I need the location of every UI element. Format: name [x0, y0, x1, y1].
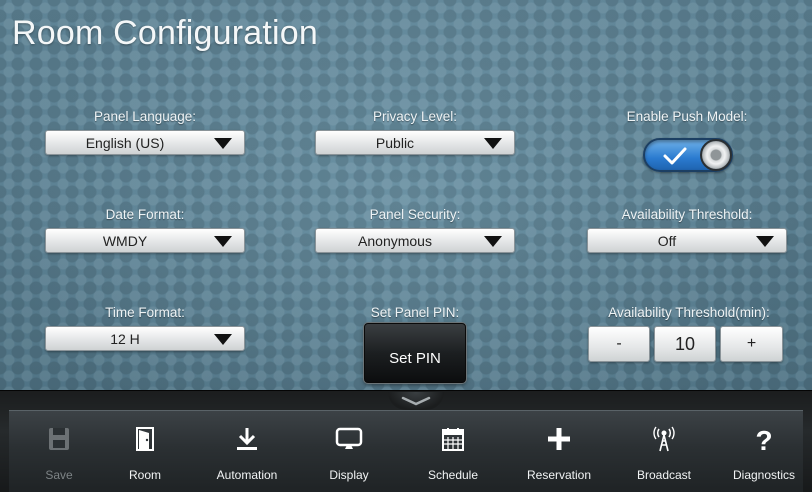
dropdown-arrow-icon: [214, 334, 232, 345]
tab-diagnostics[interactable]: ? Diagnostics: [714, 411, 812, 492]
availability-threshold-dropdown[interactable]: Off: [587, 228, 787, 253]
date-format-value: WMDY: [102, 233, 148, 249]
download-icon: [237, 428, 257, 450]
toggle-knob: [700, 139, 732, 171]
svg-text:?: ?: [755, 425, 772, 453]
threshold-increment-button[interactable]: +: [720, 326, 783, 362]
enable-push-model-toggle[interactable]: [643, 138, 733, 172]
panel-language-value: English (US): [85, 135, 165, 151]
room-configuration-screen: Room Configuration Panel Language: Engli…: [0, 0, 812, 492]
save-icon: [49, 428, 69, 450]
date-format-label: Date Format:: [105, 207, 185, 222]
threshold-value-field[interactable]: 10: [654, 326, 716, 362]
tab-label: Display: [329, 468, 369, 482]
time-format-label: Time Format:: [105, 305, 185, 320]
availability-threshold-label: Availability Threshold:: [621, 207, 753, 222]
tab-schedule[interactable]: Schedule: [403, 411, 503, 492]
plus-icon: [548, 428, 570, 450]
dropdown-arrow-icon: [484, 236, 502, 247]
availability-threshold-min-label: Availability Threshold(min):: [608, 305, 770, 320]
dropdown-arrow-icon: [484, 138, 502, 149]
availability-threshold-value: Off: [657, 233, 677, 249]
tab-display[interactable]: Display: [299, 411, 399, 492]
tab-broadcast[interactable]: Broadcast: [614, 411, 714, 492]
privacy-level-value: Public: [375, 135, 415, 151]
tab-label: Schedule: [427, 468, 479, 482]
tab-strip: Save Room Automation Display Schedule Re…: [9, 410, 803, 492]
date-format-dropdown[interactable]: WMDY: [45, 228, 245, 253]
dropdown-arrow-icon: [214, 138, 232, 149]
antenna-icon: [653, 426, 675, 452]
chevron-down-icon: [401, 396, 431, 406]
door-icon: [136, 427, 154, 451]
panel-language-dropdown[interactable]: English (US): [45, 130, 245, 155]
privacy-level-label: Privacy Level:: [372, 109, 458, 124]
question-icon: ?: [755, 425, 772, 453]
tab-label: Reservation: [526, 468, 592, 482]
tab-reservation[interactable]: Reservation: [509, 411, 609, 492]
dropdown-arrow-icon: [214, 236, 232, 247]
dropdown-arrow-icon: [756, 236, 774, 247]
tab-room[interactable]: Room: [95, 411, 195, 492]
tab-automation[interactable]: Automation: [197, 411, 297, 492]
threshold-decrement-button[interactable]: -: [588, 326, 650, 362]
panel-security-label: Panel Security:: [369, 207, 461, 222]
time-format-value: 12 H: [110, 331, 140, 347]
calendar-icon: [442, 428, 464, 451]
monitor-icon: [335, 427, 363, 449]
enable-push-model-label: Enable Push Model:: [626, 109, 748, 124]
tab-label: Diagnostics: [732, 468, 796, 482]
time-format-dropdown[interactable]: 12 H: [45, 326, 245, 351]
checkmark-icon: [663, 147, 687, 165]
privacy-level-dropdown[interactable]: Public: [315, 130, 515, 155]
panel-security-dropdown[interactable]: Anonymous: [315, 228, 515, 253]
tab-label: Room: [128, 468, 161, 482]
page-title: Room Configuration: [12, 14, 318, 52]
tab-label: Save: [45, 468, 73, 482]
tab-label: Broadcast: [636, 468, 692, 482]
panel-security-value: Anonymous: [358, 233, 432, 249]
set-panel-pin-label: Set Panel PIN:: [370, 305, 460, 320]
panel-language-label: Panel Language:: [93, 109, 197, 124]
set-pin-button[interactable]: Set PIN: [364, 323, 466, 383]
tab-label: Automation: [216, 468, 278, 482]
tab-save[interactable]: Save: [9, 411, 109, 492]
